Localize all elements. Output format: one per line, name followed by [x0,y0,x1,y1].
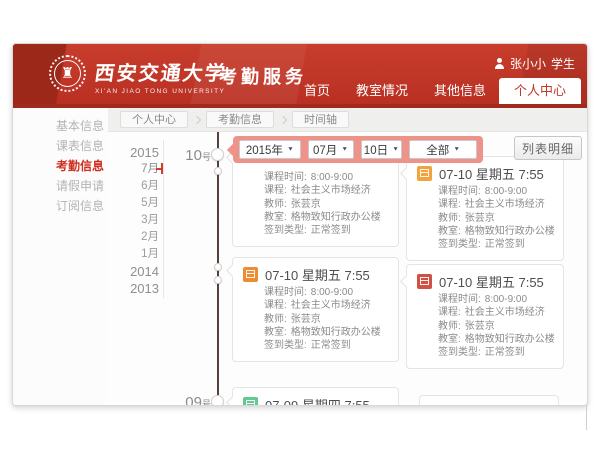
timeline-nav: 2015 7月 6月 5月 3月 2月 1月 2014 2013 [108,144,159,297]
timeline-month-3[interactable]: 3月 [108,212,159,229]
chevron-down-icon: ▼ [341,147,348,153]
attendance-card: 07-09 星期四 7:55 [232,387,399,406]
field-course: 课程:社会主义市场经济 [438,198,555,211]
logo-emblem: ♜ [54,60,81,87]
field-course-time: 课程时间:8:00-9:00 [264,286,390,299]
field-teacher: 教师:张芸京 [264,198,390,211]
calendar-orange-icon [243,267,258,282]
person-icon [494,58,505,69]
university-name: 西安交通大学 XI'AN JIAO TONG UNIVERSITY [95,57,227,95]
attendance-card [419,395,559,406]
attendance-card: 07-10 星期五 7:55 课程时间:8:00-9:00 课程:社会主义市场经… [232,257,399,362]
day-marker-10: 10号 [175,147,211,165]
university-name-en: XI'AN JIAO TONG UNIVERSITY [95,88,227,95]
breadcrumb: 个人中心 考勤信息 时间轴 [108,108,588,132]
card-title: 07-10 星期五 7:55 [439,164,544,183]
field-course-time: 课程时间:8:00-9:00 [264,171,390,184]
user-role: 学生 [551,55,575,72]
attendance-card: 07-10 星期五 7:55 课程时间:8:00-9:00 课程:社会主义市场经… [406,156,564,261]
user-info[interactable]: 张小小 学生 [494,55,575,72]
active-month-tick [161,163,163,174]
sidebar-item-basic-info[interactable]: 基本信息 [13,116,108,136]
field-classroom: 教室:格物致知行政办公楼 [264,211,390,224]
timeline-node [211,395,224,406]
field-sign-type: 签到类型:正常签到 [438,238,555,251]
timeline-node [211,148,224,161]
timeline-month-1[interactable]: 1月 [108,246,159,263]
timeline-month-5[interactable]: 5月 [108,195,159,212]
card-title: 07-10 星期五 7:55 [265,265,370,284]
field-classroom: 教室:格物致知行政办公楼 [264,326,390,339]
field-course: 课程:社会主义市场经济 [264,299,390,312]
timeline-year-2014[interactable]: 2014 [108,263,159,280]
field-course: 课程:社会主义市场经济 [264,184,390,197]
timeline-node [214,263,222,271]
main-nav: 首页 教室情况 其他信息 个人中心 [291,78,581,104]
field-course: 课程:社会主义市场经济 [438,306,555,319]
app-header: ♜ 西安交通大学 XI'AN JIAO TONG UNIVERSITY 考勤服务… [13,44,588,104]
sidebar-item-attendance-info[interactable]: 考勤信息 [13,156,108,176]
calendar-orange-icon [417,166,432,181]
attendance-card: 07-10 星期五 7:55 课程时间:8:00-9:00 课程:社会主义市场经… [406,264,564,369]
card-title: 07-09 星期四 7:55 [265,395,370,407]
card-title: 07-10 星期五 7:55 [439,272,544,291]
chevron-down-icon: ▼ [453,147,460,153]
list-detail-button[interactable]: 列表明细 [514,136,582,160]
timeline-year-2013[interactable]: 2013 [108,280,159,297]
page-background: ♜ 西安交通大学 XI'AN JIAO TONG UNIVERSITY 考勤服务… [0,0,600,450]
breadcrumb-personal-center[interactable]: 个人中心 [120,111,188,128]
breadcrumb-timeline[interactable]: 时间轴 [292,111,349,128]
sidebar-item-subscription-info[interactable]: 订阅信息 [13,196,108,216]
calendar-green-icon [243,397,258,407]
field-teacher: 教师:张芸京 [438,212,555,225]
field-course-time: 课程时间:8:00-9:00 [438,293,555,306]
month-dropdown[interactable]: 07月▼ [308,140,354,159]
field-classroom: 教室:格物致知行政办公楼 [438,333,555,346]
window-edge-artifact [586,404,587,430]
day-marker-09: 09号 [175,394,211,406]
chevron-right-icon [193,115,201,123]
sidebar-item-schedule-info[interactable]: 课表信息 [13,136,108,156]
university-logo-icon: ♜ [49,55,86,92]
app-window: ♜ 西安交通大学 XI'AN JIAO TONG UNIVERSITY 考勤服务… [12,43,588,406]
field-sign-type: 签到类型:正常签到 [264,224,390,237]
year-dropdown[interactable]: 2015年▼ [239,140,301,159]
field-classroom: 教室:格物致知行政办公楼 [438,225,555,238]
sidebar-item-leave-request[interactable]: 请假申请 [13,176,108,196]
field-teacher: 教师:张芸京 [264,313,390,326]
nav-tab-home[interactable]: 首页 [291,78,343,104]
timeline-month-6[interactable]: 6月 [108,178,159,195]
university-name-zh: 西安交通大学 [93,57,229,86]
user-name: 张小小 [510,55,546,72]
calendar-red-icon [417,274,432,289]
timeline-month-7[interactable]: 7月 [108,161,159,178]
chevron-down-icon: ▼ [287,147,294,153]
nav-tab-classroom-status[interactable]: 教室情况 [343,78,421,104]
timeline-year-2015[interactable]: 2015 [108,144,159,161]
timeline-nav-divider [163,140,164,298]
timeline-node [214,276,222,284]
filter-bar: 2015年▼ 07月▼ 10日▼ 全部▼ [233,136,483,163]
field-sign-type: 签到类型:正常签到 [264,339,390,352]
nav-tab-personal-center[interactable]: 个人中心 [499,78,581,104]
day-dropdown[interactable]: 10日▼ [361,140,403,159]
timeline-month-2[interactable]: 2月 [108,229,159,246]
timeline-node [214,167,222,175]
breadcrumb-attendance-info[interactable]: 考勤信息 [206,111,274,128]
nav-tab-other-info[interactable]: 其他信息 [421,78,499,104]
field-course-time: 课程时间:8:00-9:00 [438,185,555,198]
field-teacher: 教师:张芸京 [438,320,555,333]
field-sign-type: 签到类型:正常签到 [438,346,555,359]
scope-dropdown[interactable]: 全部▼ [409,140,477,159]
pagoda-icon: ♜ [61,66,74,81]
chevron-down-icon: ▼ [392,147,399,153]
sidebar: 基本信息 课表信息 考勤信息 请假申请 订阅信息 [13,108,108,406]
chevron-right-icon [279,115,287,123]
